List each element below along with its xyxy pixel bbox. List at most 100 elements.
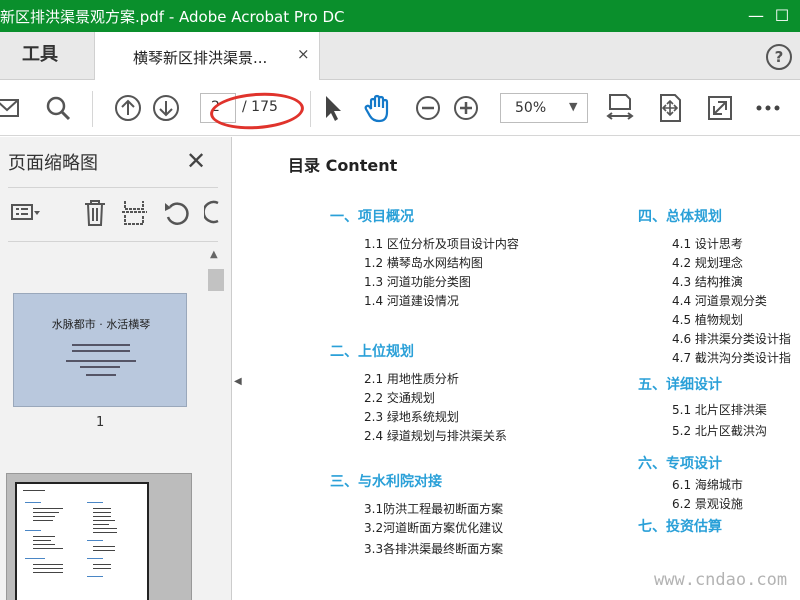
thumbnail-text-line: [93, 512, 111, 513]
more-options-icon[interactable]: [752, 92, 784, 124]
thumbnail-text-line: [87, 502, 103, 503]
full-screen-icon[interactable]: [704, 92, 736, 124]
thumbnail-text-line: [80, 366, 120, 368]
toc-item: 1.2 横琴岛水网结构图: [364, 256, 483, 270]
thumbnail-text-line: [93, 532, 117, 533]
tab-close-icon[interactable]: ×: [297, 45, 310, 63]
zoom-out-icon[interactable]: [412, 92, 444, 124]
thumbnail-text-line: [87, 540, 103, 541]
select-cursor-icon[interactable]: [318, 92, 350, 124]
toc-item: 1.4 河道建设情况: [364, 294, 459, 308]
thumbnail-scrollbar[interactable]: ▲: [204, 245, 228, 600]
minimize-icon[interactable]: —: [742, 3, 770, 29]
thumbnail-text-line: [25, 558, 45, 559]
toc-heading: 六、专项设计: [638, 456, 722, 472]
previous-page-icon[interactable]: [112, 92, 144, 124]
thumbnail-text-line: [93, 568, 111, 569]
help-icon[interactable]: ?: [766, 44, 792, 70]
page-thumbnail-1[interactable]: 水脉都市 · 水活横琴: [13, 293, 187, 407]
fit-width-icon[interactable]: [604, 92, 636, 124]
tab-document[interactable]: 横琴新区排洪渠景... ×: [94, 32, 320, 80]
thumbnail-text-line: [33, 520, 53, 521]
toc-item: 4.5 植物规划: [672, 313, 743, 327]
toc-item: 4.3 结构推演: [672, 275, 743, 289]
page-thumbnail-2: [15, 482, 149, 600]
window-title: 新区排洪渠景观方案.pdf - Adobe Acrobat Pro DC: [0, 8, 345, 26]
title-bar: 新区排洪渠景观方案.pdf - Adobe Acrobat Pro DC — ☐: [0, 0, 800, 32]
document-page: 目录 Content 一、项目概况 1.1 区位分析及项目设计内容 1.2 横琴…: [248, 137, 800, 600]
thumbnail-page-number: 1: [96, 415, 105, 430]
toc-heading: 四、总体规划: [638, 209, 722, 225]
toc-item: 3.2河道断面方案优化建议: [364, 521, 504, 535]
thumbnail-text-line: [93, 550, 115, 551]
toc-item: 3.3各排洪渠最终断面方案: [364, 542, 504, 556]
extract-pages-icon[interactable]: [120, 197, 150, 227]
toc-item: 6.1 海绵城市: [672, 478, 743, 492]
toc-item: 3.1防洪工程最初断面方案: [364, 502, 504, 516]
zoom-in-icon[interactable]: [450, 92, 482, 124]
options-menu-icon[interactable]: [10, 197, 40, 227]
toc-item: 2.1 用地性质分析: [364, 372, 459, 386]
tab-document-label: 横琴新区排洪渠景...: [133, 49, 268, 67]
maximize-icon[interactable]: ☐: [768, 3, 796, 29]
fit-page-icon[interactable]: [654, 92, 686, 124]
rotate-left-icon[interactable]: [162, 197, 192, 227]
tab-tools[interactable]: 工具: [0, 32, 94, 80]
toc-item: 5.2 北片区截洪沟: [672, 424, 767, 438]
thumbnail-text-line: [33, 508, 63, 509]
toc-heading: 五、详细设计: [638, 377, 722, 393]
scrollbar-thumb[interactable]: [208, 269, 224, 291]
close-icon[interactable]: ✕: [186, 147, 206, 175]
watermark: www.cndao.com: [654, 570, 788, 590]
thumbnail-text-line: [72, 350, 130, 352]
thumbnail-text-line: [33, 544, 55, 545]
toc-title: 目录 Content: [288, 156, 398, 175]
toc-item: 5.1 北片区排洪渠: [672, 403, 767, 417]
toc-item: 2.2 交通规划: [364, 391, 435, 405]
zoom-select[interactable]: 50% ▼: [500, 93, 588, 123]
thumbnail-text-line: [25, 502, 41, 503]
search-icon[interactable]: [42, 92, 74, 124]
toc-heading: 三、与水利院对接: [330, 474, 442, 490]
toc-heading: 七、投资估算: [638, 519, 722, 535]
page-thumbnail-2-selected[interactable]: [6, 473, 192, 600]
tab-bar: 工具 横琴新区排洪渠景... × ?: [0, 32, 800, 80]
thumbnail-text-line: [23, 490, 45, 491]
delete-icon[interactable]: [80, 197, 110, 227]
next-page-icon[interactable]: [150, 92, 182, 124]
thumbnail-title: 水脉都市 · 水活横琴: [51, 318, 151, 331]
toc-item: 2.3 绿地系统规划: [364, 410, 459, 424]
hand-tool-icon[interactable]: [362, 92, 394, 124]
thumbnail-text-line: [86, 374, 116, 376]
thumbnail-text-line: [93, 516, 111, 517]
thumbnail-text-line: [33, 572, 63, 573]
toc-heading: 二、上位规划: [330, 344, 414, 360]
thumbnail-text-line: [93, 524, 109, 525]
thumbnail-text-line: [33, 564, 63, 565]
divider: [8, 187, 218, 188]
thumbnail-text-line: [87, 558, 103, 559]
thumbnails-panel: 页面缩略图 ✕ 水脉都市 · 水活横琴 1 ▲: [0, 137, 232, 600]
panel-toolbar: [8, 195, 228, 231]
divider: [8, 241, 218, 242]
thumbnail-text-line: [93, 528, 117, 529]
toc-item: 4.6 排洪渠分类设计指: [672, 332, 791, 346]
thumbnail-text-line: [25, 530, 41, 531]
chevron-down-icon: ▼: [569, 100, 578, 113]
scroll-up-icon[interactable]: ▲: [210, 249, 218, 260]
thumbnail-text-line: [93, 520, 115, 521]
mail-icon[interactable]: [0, 92, 26, 124]
toc-item: 4.2 规划理念: [672, 256, 743, 270]
thumbnail-text-line: [93, 564, 111, 565]
thumbnail-text-line: [33, 536, 55, 537]
collapse-panel-icon[interactable]: ◀: [234, 376, 242, 387]
panel-title: 页面缩略图: [8, 153, 98, 174]
toc-item: 1.1 区位分析及项目设计内容: [364, 237, 519, 251]
rotate-right-icon[interactable]: [204, 197, 226, 227]
thumbnail-text-line: [33, 540, 51, 541]
thumbnail-text-line: [72, 344, 130, 346]
thumbnail-list: 水脉都市 · 水活横琴 1: [0, 245, 204, 600]
thumbnail-text-line: [93, 546, 115, 547]
toc-item: 1.3 河道功能分类图: [364, 275, 471, 289]
thumbnail-text-line: [93, 508, 111, 509]
